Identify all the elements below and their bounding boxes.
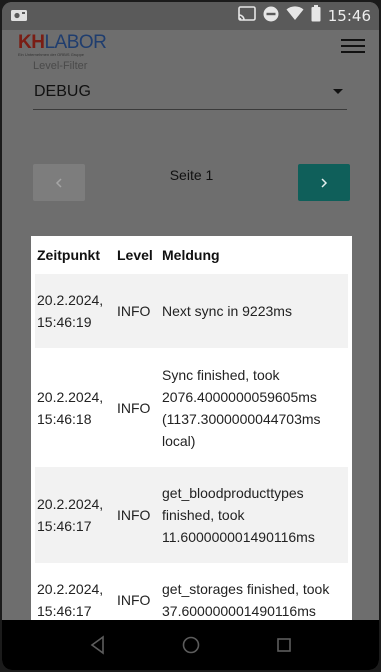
device-frame: 15:46 KHLABOR Ein Unternehmen der ORBIS …	[2, 2, 379, 670]
navigation-bar	[2, 620, 379, 670]
column-header-level: Level	[117, 247, 153, 263]
home-circle-icon[interactable]	[180, 634, 202, 656]
pagination: Seite 1	[33, 162, 350, 202]
cell-level: INFO	[117, 592, 151, 608]
clock-time: 15:46	[327, 7, 371, 25]
column-header-meldung: Meldung	[162, 247, 220, 263]
log-table-card: Zeitpunkt Level Meldung 20.2.2024, 15:46:…	[31, 236, 352, 620]
cell-meldung: Next sync in 9223ms	[160, 274, 348, 348]
dropdown-arrow-icon	[333, 89, 343, 94]
table-row: 20.2.2024, 15:46:19 INFO Next sync in 922…	[35, 274, 348, 348]
cell-zeitpunkt: 20.2.2024, 15:46:19	[35, 274, 115, 348]
app-header: KHLABOR Ein Unternehmen der ORBIS Gruppe	[2, 30, 379, 60]
log-table: Zeitpunkt Level Meldung 20.2.2024, 15:46:…	[35, 236, 348, 620]
level-filter-select[interactable]: DEBUG	[33, 80, 347, 110]
table-row: 20.2.2024, 15:46:17 INFO get_bloodproduct…	[35, 467, 348, 563]
level-filter-value: DEBUG	[34, 83, 91, 100]
do-not-disturb-icon	[263, 6, 279, 27]
table-header-row: Zeitpunkt Level Meldung	[35, 236, 348, 274]
camera-notification-icon	[10, 8, 28, 22]
cast-icon	[237, 5, 256, 27]
back-triangle-icon[interactable]	[87, 634, 109, 656]
next-page-button[interactable]	[298, 164, 350, 201]
status-bar: 15:46	[2, 2, 379, 30]
cell-meldung: get_bloodproducttypes finished, took 11.…	[160, 467, 348, 563]
app-content: KHLABOR Ein Unternehmen der ORBIS Gruppe…	[2, 30, 379, 620]
khlabor-logo: KHLABOR Ein Unternehmen der ORBIS Gruppe	[18, 32, 107, 57]
cell-level: INFO	[115, 467, 160, 563]
cell-zeitpunkt: 20.2.2024, 15:46:17	[37, 581, 104, 619]
cell-meldung: get_storages finished, took 37.600000001…	[162, 581, 330, 619]
cell-meldung: Sync finished, took 2076.4000000059605ms…	[162, 366, 321, 449]
table-row: 20.2.2024, 15:46:18 INFO Sync finished, t…	[35, 348, 348, 467]
cell-zeitpunkt: 20.2.2024, 15:46:17	[35, 467, 115, 563]
recents-square-icon[interactable]	[273, 634, 295, 656]
wifi-icon	[286, 6, 304, 26]
battery-icon	[311, 5, 321, 27]
chevron-right-icon	[321, 177, 328, 188]
cell-level: INFO	[115, 274, 160, 348]
level-filter-label: Level-Filter	[33, 60, 88, 72]
hamburger-menu-icon[interactable]	[341, 36, 365, 56]
level-filter: Level-Filter DEBUG	[33, 60, 347, 110]
cell-zeitpunkt: 20.2.2024, 15:46:18	[37, 388, 104, 427]
table-row: 20.2.2024, 15:46:17 INFO get_storages fin…	[35, 563, 348, 620]
column-header-zeitpunkt: Zeitpunkt	[37, 247, 100, 263]
cell-level: INFO	[117, 399, 151, 416]
